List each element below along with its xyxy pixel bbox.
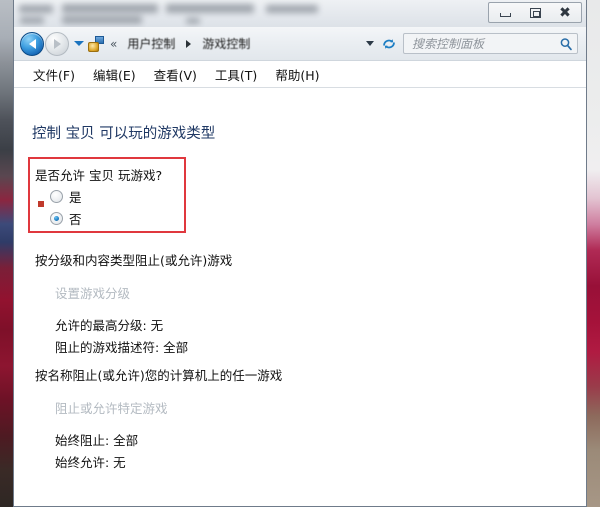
page-title: 控制 宝贝 可以玩的游戏类型 — [32, 126, 216, 142]
window-controls: ✖ — [488, 2, 582, 23]
desktop-wallpaper-left — [0, 0, 14, 507]
menu-item-help[interactable]: 帮助(H) — [266, 62, 328, 87]
search-input[interactable]: 搜索控制面板 — [412, 35, 559, 52]
desktop-wallpaper-right — [586, 0, 600, 507]
control-panel-window: ✖ « 用户控制 游戏控制 搜索控制面板 文件(F) 编辑(E) 查看(V) 工… — [13, 0, 587, 507]
chevron-down-icon — [366, 41, 374, 46]
refresh-icon-glyph — [383, 38, 395, 49]
menu-item-edit[interactable]: 编辑(E) — [84, 62, 145, 87]
close-button[interactable]: ✖ — [550, 3, 580, 22]
address-bar: « 用户控制 游戏控制 搜索控制面板 — [14, 27, 586, 61]
radio-no-label: 否 — [69, 212, 82, 227]
set-game-ratings-link[interactable]: 设置游戏分级 — [55, 283, 130, 302]
menu-item-view[interactable]: 查看(V) — [145, 62, 206, 87]
menu-item-tools[interactable]: 工具(T) — [206, 62, 266, 87]
breadcrumb-item-game-control[interactable]: 游戏控制 — [196, 33, 256, 54]
search-box[interactable]: 搜索控制面板 — [403, 33, 578, 54]
refresh-button[interactable] — [379, 36, 399, 52]
names-section-heading: 按名称阻止(或允许)您的计算机上的任一游戏 — [35, 368, 283, 383]
arrow-left-icon — [28, 38, 36, 49]
back-button[interactable] — [20, 31, 44, 56]
search-icon — [559, 37, 573, 51]
menu-bar: 文件(F) 编辑(E) 查看(V) 工具(T) 帮助(H) — [14, 61, 586, 88]
forward-button[interactable] — [45, 31, 69, 56]
ratings-detail-blocked-descriptors: 阻止的游戏描述符: 全部 — [55, 340, 189, 355]
chevron-down-icon — [73, 41, 84, 46]
content-area: 控制 宝贝 可以玩的游戏类型 是否允许 宝贝 玩游戏? 是 否 按分级和内容类型… — [14, 88, 586, 506]
names-detail-always-allow: 始终允许: 无 — [55, 455, 126, 470]
radio-yes-icon[interactable] — [50, 190, 63, 203]
close-icon: ✖ — [559, 4, 571, 21]
block-allow-specific-games-link[interactable]: 阻止或允许特定游戏 — [55, 398, 168, 417]
ratings-detail-max-allowed: 允许的最高分级: 无 — [55, 318, 164, 333]
radio-no-icon[interactable] — [50, 212, 63, 225]
menu-item-file[interactable]: 文件(F) — [24, 62, 84, 87]
allow-games-question: 是否允许 宝贝 玩游戏? — [35, 168, 163, 183]
title-bar-redacted-content — [14, 0, 484, 27]
minimize-icon — [499, 12, 511, 17]
recent-pages-button[interactable] — [71, 41, 86, 46]
arrow-right-icon — [53, 38, 61, 49]
radio-option-no[interactable]: 否 — [50, 209, 82, 228]
radio-yes-label: 是 — [69, 190, 82, 205]
breadcrumb-item-user-control[interactable]: 用户控制 — [121, 33, 181, 54]
annotation-marker-dot — [38, 201, 44, 207]
title-bar[interactable]: ✖ — [14, 0, 586, 27]
names-detail-always-block: 始终阻止: 全部 — [55, 433, 139, 448]
maximize-restore-button[interactable] — [520, 3, 550, 22]
ratings-section-heading: 按分级和内容类型阻止(或允许)游戏 — [35, 253, 233, 268]
minimize-button[interactable] — [490, 3, 520, 22]
breadcrumb-overflow-icon[interactable]: « — [110, 37, 117, 51]
radio-option-yes[interactable]: 是 — [50, 187, 82, 206]
address-history-button[interactable] — [361, 41, 379, 46]
breadcrumb-separator-icon — [186, 39, 192, 48]
restore-icon — [529, 7, 541, 18]
control-panel-icon — [88, 35, 104, 52]
